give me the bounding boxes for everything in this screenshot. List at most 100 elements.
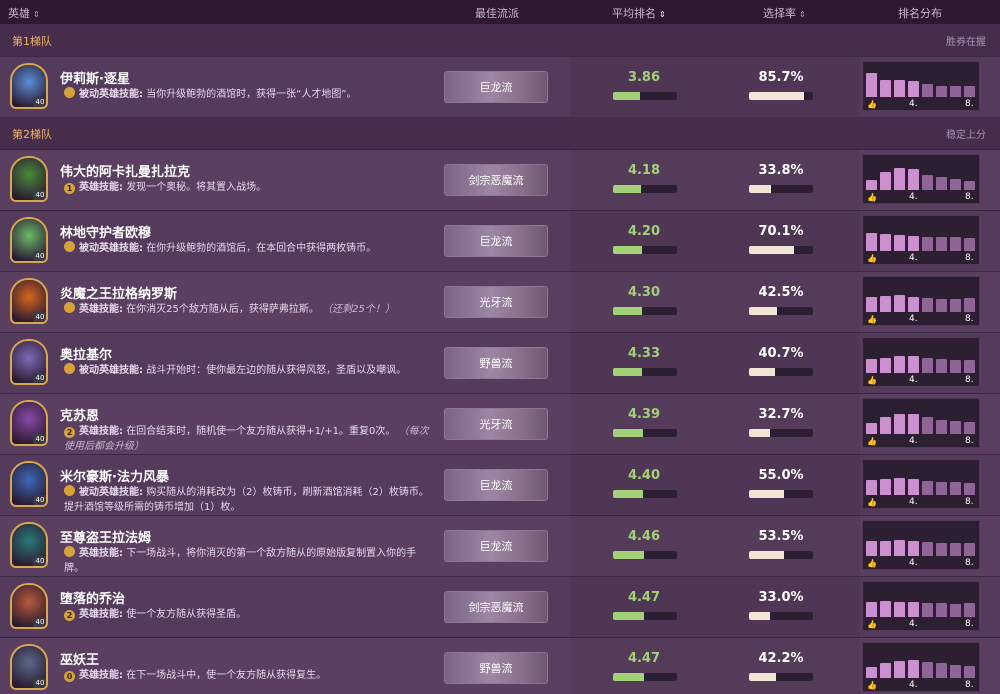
hero-row[interactable]: 40 米尔豪斯·法力风暴 被动英雄技能: 购买随从的消耗改为（2）枚铸币，刷新酒馆消… (0, 454, 1000, 515)
rank-bar (866, 602, 877, 617)
passive-coin-icon (64, 87, 75, 98)
avg-rank-value: 3.86 (627, 70, 661, 85)
ability-type: 英雄技能: (79, 304, 123, 315)
hero-portrait[interactable]: 40 (10, 156, 48, 202)
best-build-badge[interactable]: 光牙流 (444, 286, 548, 318)
ability-text: 当你升级鲍勃的酒馆时，获得一张“人才地图”。 (146, 89, 357, 100)
rank-distribution-bars (866, 406, 978, 434)
rank-bar (964, 543, 975, 556)
rank-bar (964, 483, 975, 495)
avg-rank-value: 4.39 (627, 407, 661, 422)
avg-rank-bar-fill (613, 92, 640, 100)
stats-column-bg (570, 272, 860, 332)
column-header-avg-rank[interactable]: 平均排名 ⇕ (612, 5, 666, 21)
avg-rank-bar-fill (613, 429, 644, 437)
hero-name[interactable]: 炎魔之王拉格纳罗斯 (60, 283, 177, 302)
hero-ability: 英雄技能: 下一场战斗，将你消灭的第一个敌方随从的原始版复制置入你的手牌。 (64, 546, 434, 576)
pick-rate-value: 33.8% (758, 163, 804, 178)
armor-badge: 40 (33, 312, 46, 322)
dist-label-low: 4. (909, 436, 918, 446)
best-build-badge[interactable]: 巨龙流 (444, 225, 548, 257)
rank-bar (922, 84, 933, 97)
dist-label-high: 8. (965, 192, 974, 202)
rank-bar (936, 237, 947, 251)
rank-bar (880, 172, 891, 190)
hero-portrait[interactable]: 40 (10, 339, 48, 385)
hero-ability: 被动英雄技能: 在你升级鲍勃的酒馆后，在本回合中获得两枚铸币。 (64, 241, 434, 256)
hero-name[interactable]: 伟大的阿卡扎曼扎拉克 (60, 161, 190, 180)
rank-distribution-bars (866, 589, 978, 617)
ability-type: 被动英雄技能: (79, 365, 143, 376)
hero-row[interactable]: 40 林地守护者欧穆 被动英雄技能: 在你升级鲍勃的酒馆后，在本回合中获得两枚铸币。… (0, 210, 1000, 271)
ability-text: 在你消灭25个敌方随从后，获得萨弗拉斯。 (126, 304, 319, 315)
hero-row[interactable]: 40 奥拉基尔 被动英雄技能: 战斗开始时：使你最左边的随从获得风怒，圣盾以及嘲讽。… (0, 332, 1000, 393)
rank-distribution-chart: 👍 4. 8. (862, 642, 980, 692)
dist-label-high: 8. (965, 558, 974, 568)
hero-portrait[interactable]: 40 (10, 278, 48, 324)
hero-row[interactable]: 40 伟大的阿卡扎曼扎拉克 1 英雄技能: 发现一个奥秘。将其置入战场。 剑宗恶魔流 4.… (0, 149, 1000, 210)
rank-bar (866, 423, 877, 434)
pick-rate-bar (749, 307, 813, 315)
avg-rank-bar-fill (613, 612, 644, 620)
rank-bar (894, 235, 905, 251)
rank-bar (950, 86, 961, 97)
hero-portrait[interactable]: 40 (10, 644, 48, 690)
rank-bar (908, 236, 919, 251)
hero-portrait[interactable]: 40 (10, 217, 48, 263)
hero-row[interactable]: 40 炎魔之王拉格纳罗斯英雄技能: 在你消灭25个敌方随从后，获得萨弗拉斯。 （还… (0, 271, 1000, 332)
avg-rank-bar-fill (613, 551, 644, 559)
hero-portrait[interactable]: 40 (10, 400, 48, 446)
ability-note: （还剩25个！） (322, 304, 395, 315)
hero-name[interactable]: 克苏恩 (60, 405, 99, 424)
best-build-badge[interactable]: 光牙流 (444, 408, 548, 440)
pick-rate-value: 40.7% (758, 346, 804, 361)
pick-rate-bar (749, 246, 813, 254)
hero-name[interactable]: 堕落的乔治 (60, 588, 125, 607)
ability-type: 英雄技能: (79, 182, 123, 193)
hero-portrait[interactable]: 40 (10, 63, 48, 109)
best-build-badge[interactable]: 巨龙流 (444, 71, 548, 103)
rank-bar (908, 169, 919, 190)
best-build-badge[interactable]: 巨龙流 (444, 469, 548, 501)
rank-bar (866, 480, 877, 495)
hero-name[interactable]: 奥拉基尔 (60, 344, 112, 363)
best-build-badge[interactable]: 剑宗恶魔流 (444, 591, 548, 623)
hero-portrait[interactable]: 40 (10, 461, 48, 507)
hero-portrait[interactable]: 40 (10, 522, 48, 568)
hero-name[interactable]: 林地守护者欧穆 (60, 222, 151, 241)
avg-rank-value: 4.47 (627, 651, 661, 666)
hero-name[interactable]: 至尊盗王拉法姆 (60, 527, 151, 546)
hero-ability: 0 英雄技能: 在下一场战斗中，使一个友方随从获得复生。 (64, 668, 434, 683)
best-build-badge[interactable]: 巨龙流 (444, 530, 548, 562)
best-build-badge[interactable]: 野兽流 (444, 347, 548, 379)
best-build-badge[interactable]: 剑宗恶魔流 (444, 164, 548, 196)
hero-row[interactable]: 40 巫妖王 0 英雄技能: 在下一场战斗中，使一个友方随从获得复生。 野兽流 4.47 4… (0, 637, 1000, 694)
armor-badge: 40 (33, 434, 46, 444)
hero-name[interactable]: 米尔豪斯·法力风暴 (60, 466, 169, 485)
hero-row[interactable]: 40 至尊盗王拉法姆 英雄技能: 下一场战斗，将你消灭的第一个敌方随从的原始版复制置… (0, 515, 1000, 576)
hero-name[interactable]: 巫妖王 (60, 649, 99, 668)
rank-distribution-bars (866, 467, 978, 495)
pick-rate-bar-fill (749, 185, 771, 193)
pick-rate-bar-fill (749, 429, 771, 437)
rank-distribution-chart: 👍 4. 8. (862, 154, 980, 204)
rank-distribution-bars (866, 69, 978, 97)
pick-rate-value: 32.7% (758, 407, 804, 422)
dist-label-high: 8. (965, 314, 974, 324)
hero-row[interactable]: 40 堕落的乔治 2 英雄技能: 使一个友方随从获得圣盾。 剑宗恶魔流 4.47 33.0%… (0, 576, 1000, 637)
column-header-hero[interactable]: 英雄 ⇕ (8, 5, 40, 21)
rank-bar (866, 297, 877, 312)
ability-type: 英雄技能: (79, 609, 123, 620)
rank-bar (894, 295, 905, 312)
column-header-pick-rate[interactable]: 选择率 ⇕ (763, 5, 806, 21)
hero-row[interactable]: 40 克苏恩 2 英雄技能: 在回合结束时，随机使一个友方随从获得+1/+1。重复0次… (0, 393, 1000, 454)
hero-name[interactable]: 伊莉斯·逐星 (60, 68, 130, 87)
avg-rank-bar (613, 490, 677, 498)
best-build-badge[interactable]: 野兽流 (444, 652, 548, 684)
armor-badge: 40 (33, 617, 46, 627)
hero-portrait[interactable]: 40 (10, 583, 48, 629)
hero-row[interactable]: 40 伊莉斯·逐星 被动英雄技能: 当你升级鲍勃的酒馆时，获得一张“人才地图”。 巨龙… (0, 56, 1000, 117)
rank-bar (922, 237, 933, 251)
coin-cost-icon: 2 (64, 427, 75, 438)
avg-rank-bar-fill (613, 368, 643, 376)
